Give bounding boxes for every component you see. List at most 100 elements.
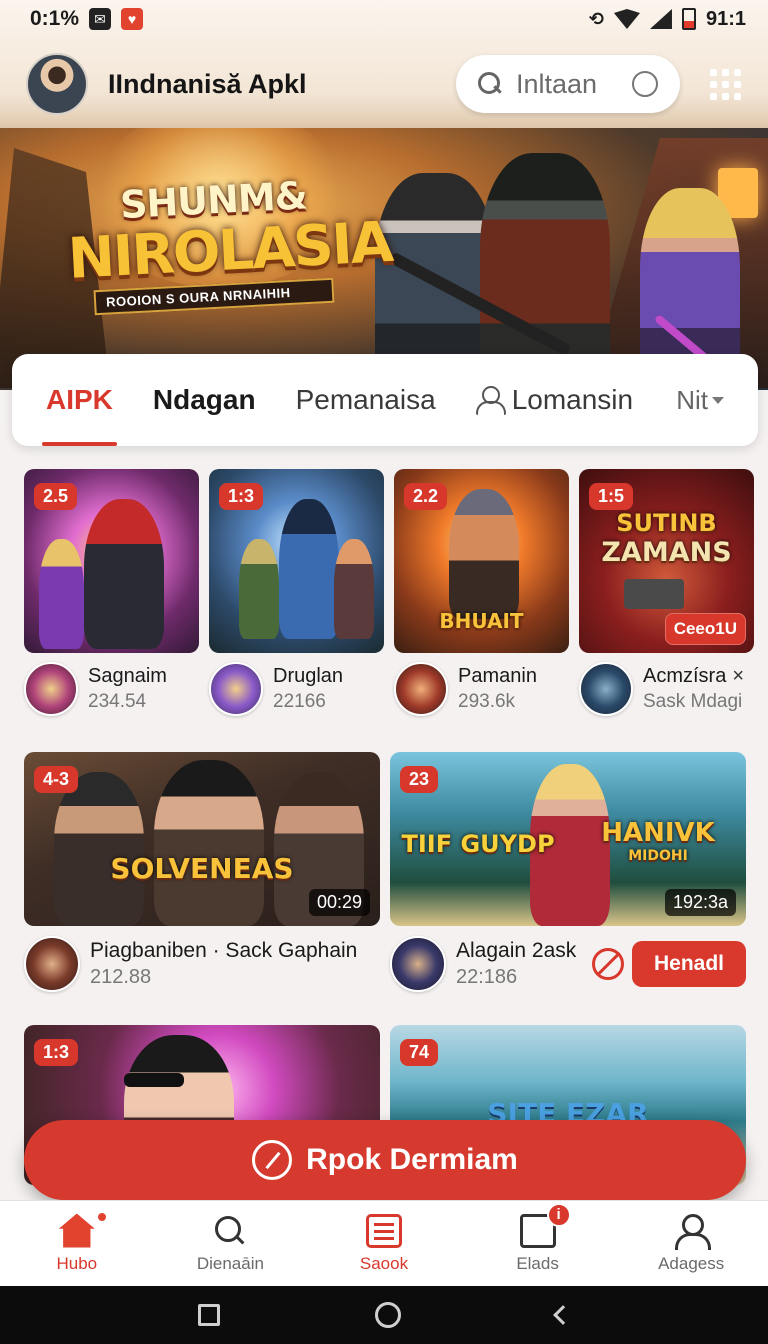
game-thumbnail[interactable]: BHUAIT 2.2	[394, 469, 569, 653]
video-card[interactable]: TIIF GUYDP HANIVK MIDOHI 23 192:3a Alaga…	[390, 752, 746, 992]
thumbnail-title: BHUAIT	[439, 609, 524, 633]
status-time: 0:1%	[30, 7, 80, 30]
game-tag: Ceeo1U	[664, 613, 746, 645]
user-icon	[475, 386, 506, 415]
close-icon[interactable]: ×	[732, 665, 744, 687]
creator-avatar[interactable]	[390, 936, 446, 992]
thumbnail-title: ZAMANS	[601, 537, 732, 568]
video-thumbnail[interactable]: SOLVENEAS 4-3 00:29	[24, 752, 380, 926]
game-card[interactable]: BHUAIT 2.2 Pamanin 293.6k	[394, 469, 569, 716]
video-title: Piagbaniben · Sack Gaphain	[90, 939, 358, 962]
creator-avatar[interactable]	[24, 936, 80, 992]
primary-cta-button[interactable]: Rpok Dermiam	[24, 1120, 746, 1200]
creator-avatar[interactable]	[24, 662, 78, 716]
tab-label: AIPK	[46, 384, 113, 415]
thumbnail-title: SUTINB	[616, 509, 717, 537]
bottom-navigation: Hubo Dienaāin Saook i Elads Adagess	[0, 1200, 768, 1286]
game-count: 234.54	[88, 691, 147, 712]
home-circle-icon[interactable]	[374, 1302, 401, 1328]
person-icon	[673, 1213, 712, 1250]
compass-icon	[252, 1140, 293, 1180]
tab-more-dropdown[interactable]: Nit	[676, 354, 724, 446]
tab-ndagan[interactable]: Ndagan	[153, 354, 256, 446]
tab-label: Ndagan	[152, 384, 256, 415]
video-cards-row: SOLVENEAS 4-3 00:29 Piagbaniben · Sack G…	[24, 752, 746, 992]
rating-badge: 4-3	[34, 766, 79, 793]
rating-badge: 23	[400, 766, 439, 793]
inbox-icon: i	[519, 1202, 571, 1248]
notification-heart-icon: ♥	[121, 8, 144, 30]
tab-apk[interactable]: AIPK	[42, 354, 117, 446]
status-bar: 0:1% ✉ ♥ ⟲ 91:1	[0, 0, 768, 38]
game-thumbnail[interactable]: 1:3	[209, 469, 384, 653]
search-input[interactable]	[516, 68, 626, 100]
game-name: Druglan	[273, 665, 344, 687]
rating-badge: 74	[400, 1039, 439, 1066]
notification-badge: i	[546, 1202, 571, 1227]
game-count: Sask Mdagi	[643, 691, 743, 712]
rating-badge: 1:5	[589, 483, 634, 510]
signal-icon	[649, 9, 672, 29]
thumbnail-title: SOLVENEAS	[110, 852, 294, 885]
game-thumbnail[interactable]: SUTINB ZAMANS 1:5 Ceeo1U	[579, 469, 754, 653]
profile-avatar[interactable]	[26, 53, 88, 115]
video-thumbnail[interactable]: TIIF GUYDP HANIVK MIDOHI 23 192:3a	[390, 752, 746, 926]
wifi-icon	[613, 9, 640, 29]
app-bar: IIndnanisă Apkl	[0, 48, 768, 120]
game-cards-row: 2.5 Sagnaim 234.54 1:3 Druglan 22166 BHU…	[24, 469, 754, 716]
hero-banner[interactable]: SHUNM& NIROLASIA ROOION S OURA NRNAIHIH	[0, 128, 768, 390]
video-card[interactable]: SOLVENEAS 4-3 00:29 Piagbaniben · Sack G…	[24, 752, 380, 992]
nav-home[interactable]: Hubo	[0, 1201, 154, 1286]
nav-search[interactable]: Dienaāin	[154, 1201, 308, 1286]
search-icon	[212, 1214, 248, 1248]
tab-lomansin[interactable]: Lomansin	[475, 354, 633, 446]
nav-saook[interactable]: Saook	[307, 1201, 461, 1286]
nav-label: Adagess	[658, 1253, 725, 1273]
battery-icon	[681, 8, 696, 30]
chevron-down-icon	[712, 396, 724, 404]
video-action-button[interactable]: Henadl	[631, 941, 746, 987]
block-icon[interactable]	[591, 948, 624, 980]
recents-icon[interactable]	[197, 1304, 220, 1326]
vibrate-icon: ⟲	[588, 8, 604, 29]
game-count: 293.6k	[458, 691, 516, 712]
status-right-text: 91:1	[705, 7, 746, 30]
creator-avatar[interactable]	[209, 662, 263, 716]
nav-profile[interactable]: Adagess	[614, 1201, 768, 1286]
nav-label: Saook	[359, 1253, 409, 1273]
system-navigation-bar	[0, 1286, 768, 1344]
video-count: 22:186	[456, 966, 518, 988]
nav-elads[interactable]: i Elads	[461, 1201, 615, 1286]
cta-label: Rpok Dermiam	[306, 1143, 518, 1176]
tab-label: Pemanaisa	[295, 384, 436, 415]
category-tabs: AIPK Ndagan Pemanaisa Lomansin Nit	[12, 354, 758, 446]
notification-app-icon: ✉	[89, 8, 112, 30]
video-duration: 192:3a	[664, 889, 736, 916]
rating-badge: 1:3	[34, 1039, 79, 1066]
back-icon[interactable]	[553, 1305, 574, 1325]
nav-label: Hubo	[56, 1253, 98, 1273]
game-card[interactable]: 1:3 Druglan 22166	[209, 469, 384, 716]
creator-avatar[interactable]	[579, 662, 633, 716]
notification-dot	[96, 1211, 108, 1223]
thumbnail-title: HANIVK	[601, 818, 715, 848]
tab-pemanaisa[interactable]: Pemanaisa	[296, 354, 436, 446]
search-icon	[478, 72, 502, 96]
game-thumbnail[interactable]: 2.5	[24, 469, 199, 653]
game-name: Pamanin	[458, 665, 537, 687]
app-title: IIndnanisă Apkl	[108, 68, 307, 99]
nav-label: Elads	[516, 1253, 559, 1273]
voice-circle-icon[interactable]	[632, 71, 658, 97]
banner-title: SHUNM& NIROLASIA ROOION S OURA NRNAIHIH	[66, 173, 393, 316]
tab-label: Nit	[676, 384, 708, 415]
thumbnail-title: MIDOHI	[628, 848, 688, 864]
home-icon	[58, 1213, 95, 1248]
game-name: Acmzísra ×	[643, 665, 745, 687]
game-card[interactable]: SUTINB ZAMANS 1:5 Ceeo1U Acmzísra × Sask …	[579, 469, 754, 716]
creator-avatar[interactable]	[394, 662, 448, 716]
rating-badge: 2.5	[34, 483, 78, 510]
search-bar[interactable]	[456, 55, 680, 113]
apps-grid-icon[interactable]	[708, 67, 742, 101]
game-card[interactable]: 2.5 Sagnaim 234.54	[24, 469, 199, 716]
video-title: Alagain 2ask	[456, 939, 577, 962]
